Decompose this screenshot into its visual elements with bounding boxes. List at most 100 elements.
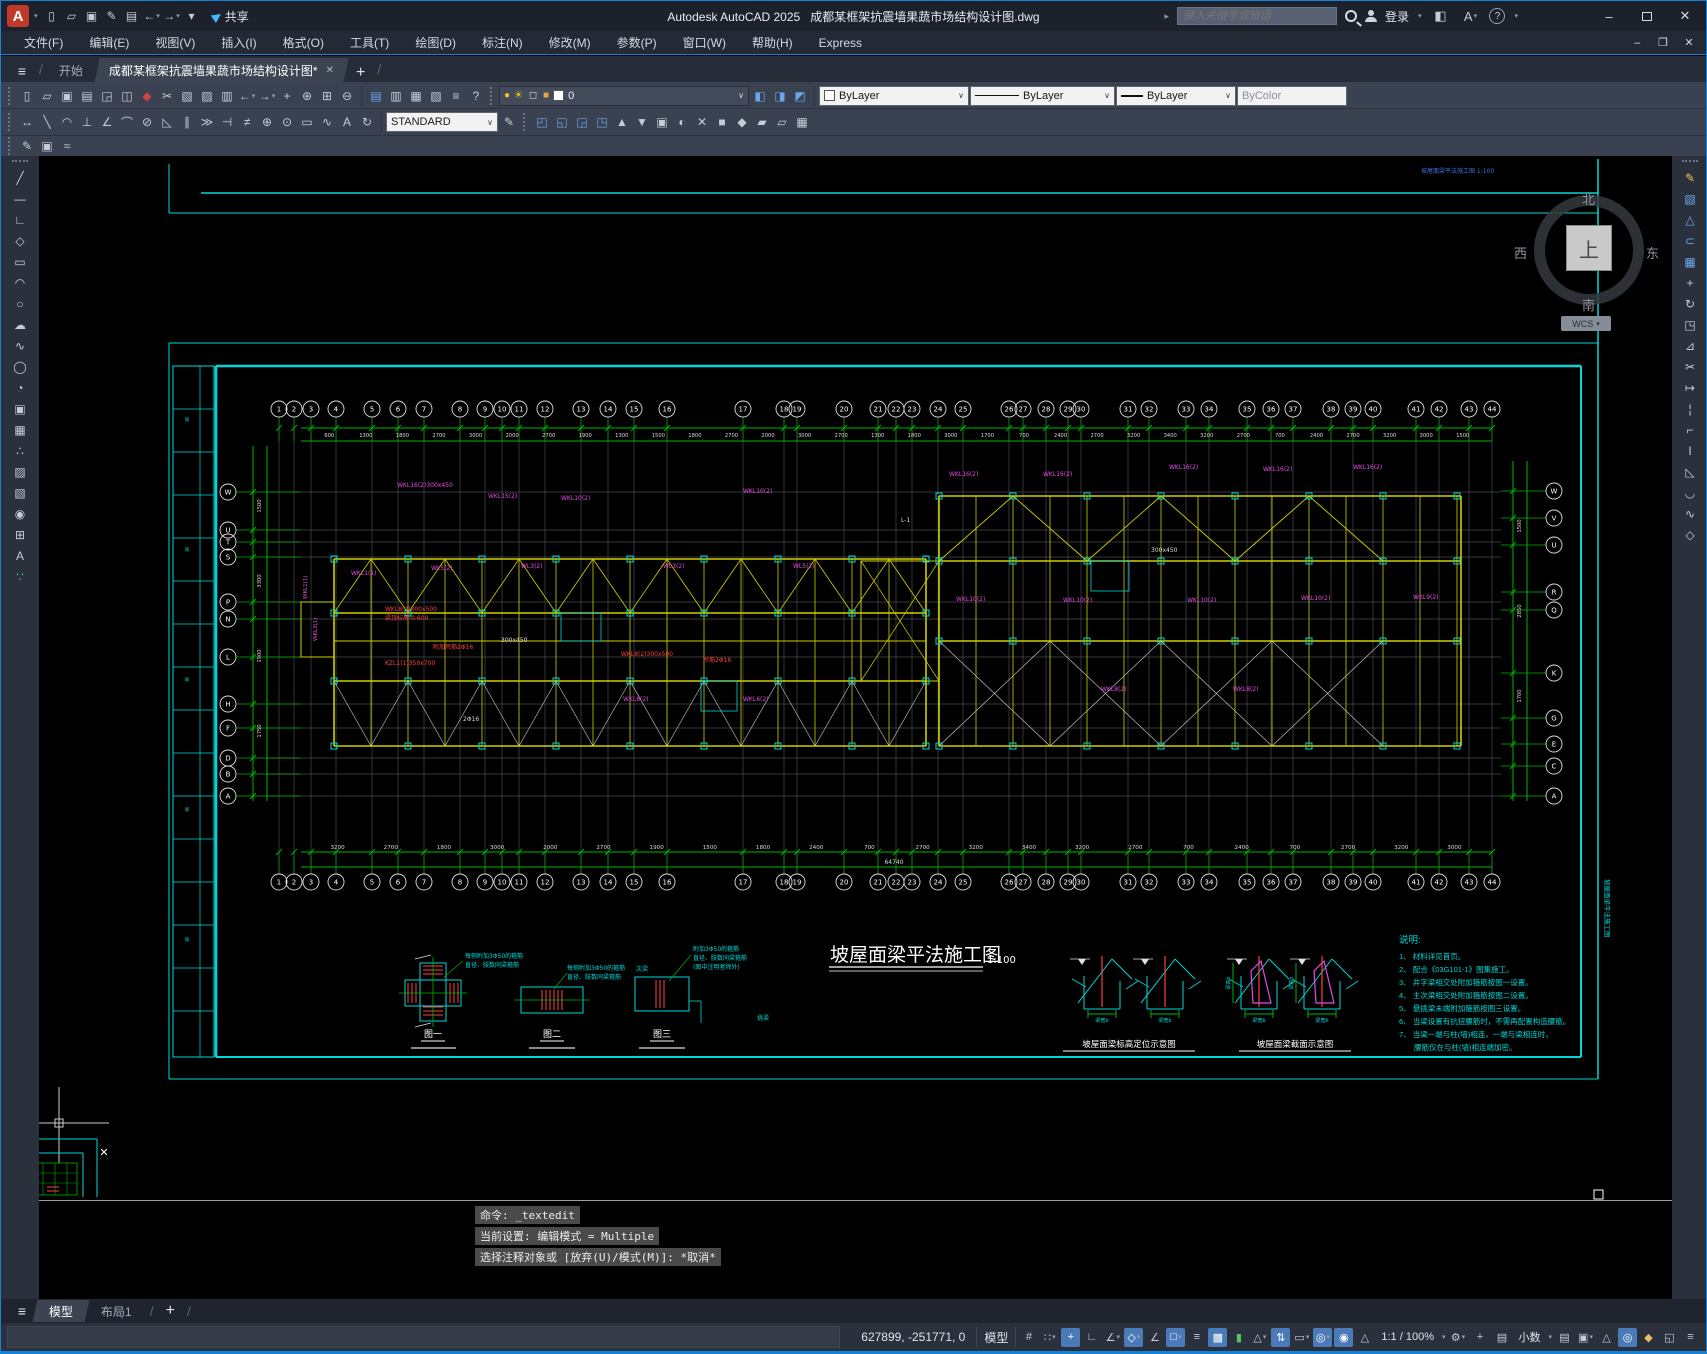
table-icon[interactable]: ⊞	[10, 525, 30, 544]
qat-customize-icon[interactable]: ▾	[182, 6, 202, 26]
model-space-button[interactable]: 模型	[976, 1327, 1017, 1347]
layer-match-icon[interactable]: ◩	[790, 86, 810, 106]
text-icon[interactable]: A	[10, 546, 30, 565]
maximize-button[interactable]	[1632, 4, 1662, 28]
copy-icon[interactable]: ▧	[1680, 189, 1700, 208]
hatch-icon[interactable]: ▨	[10, 462, 30, 481]
join-icon[interactable]: I	[1680, 441, 1700, 460]
dim-continue-icon[interactable]: ⊣	[217, 112, 237, 132]
polyline-icon[interactable]: ∟	[10, 210, 30, 229]
draworder-back-icon[interactable]: ◱	[552, 112, 572, 132]
rectangle-icon[interactable]: ▭	[10, 252, 30, 271]
center-mark-icon[interactable]: ⊙	[277, 112, 297, 132]
dynamic-input-toggle[interactable]: +	[1061, 1327, 1081, 1347]
annotation-scale-value[interactable]: 1:1 / 100%	[1377, 1331, 1438, 1343]
multiple-points-icon[interactable]: ∵	[10, 567, 30, 586]
array-icon[interactable]: ▦	[1680, 252, 1700, 271]
annotation-monitor-toggle[interactable]: △	[1597, 1328, 1616, 1347]
menu-item-0[interactable]: 文件(F)	[11, 31, 76, 54]
help-icon[interactable]: ?	[466, 86, 486, 106]
text-edit-icon[interactable]: ✎	[17, 136, 37, 156]
autocad-logo-icon[interactable]: A	[7, 5, 29, 27]
menu-item-1[interactable]: 编辑(E)	[76, 31, 142, 54]
dim-diameter-icon[interactable]: ⊘	[137, 112, 157, 132]
zoom-realtime-icon[interactable]: ⊕	[297, 86, 317, 106]
redo-icon[interactable]: → ▾	[162, 6, 182, 26]
layer-lock-icon[interactable]: ■	[543, 90, 549, 101]
doc-minimize-button[interactable]: –	[1624, 33, 1650, 53]
hatch-to-back-icon[interactable]: ▼	[632, 112, 652, 132]
ellipse-icon[interactable]: ◯	[10, 357, 30, 376]
insert-block-icon[interactable]: ▣	[10, 399, 30, 418]
autodesk-a-icon[interactable]: A ▾	[1459, 5, 1481, 27]
gizmo-toggle[interactable]: ◎ ▾	[1313, 1327, 1333, 1347]
logo-dropdown-icon[interactable]: ▾	[34, 12, 38, 20]
save-as-icon[interactable]: ✎	[102, 6, 122, 26]
linetype-combo[interactable]: ByLayer ∨	[970, 85, 1115, 106]
publish-icon[interactable]: ◫	[117, 86, 137, 106]
units-arrow-icon[interactable]: ▾	[1548, 1333, 1552, 1341]
menu-item-5[interactable]: 工具(T)	[337, 31, 402, 54]
polygon-icon[interactable]: ◇	[10, 231, 30, 250]
annotation-visibility-toggle[interactable]: ◉	[1334, 1327, 1354, 1347]
open-icon[interactable]: ▱	[37, 86, 57, 106]
layer-lock-icon[interactable]: ▧	[426, 86, 446, 106]
stretch-icon[interactable]: ⊿	[1680, 336, 1700, 355]
region-icon[interactable]: ◉	[10, 504, 30, 523]
chamfer-icon[interactable]: ◺	[1680, 462, 1700, 481]
plot-icon[interactable]: ▤	[122, 6, 142, 26]
tab-close-icon[interactable]: ✕	[326, 65, 334, 76]
ucs-world-icon[interactable]: ■	[712, 112, 732, 132]
tolerance-icon[interactable]: ⊕	[257, 112, 277, 132]
app-store-icon[interactable]: ◧	[1429, 5, 1451, 27]
dim-ordinate-icon[interactable]: ⊥	[77, 112, 97, 132]
file-tab-menu-icon[interactable]: ≡	[9, 60, 35, 82]
ortho-toggle[interactable]: ∟	[1082, 1328, 1101, 1347]
tab-layout1[interactable]: 布局1	[85, 1300, 148, 1322]
draworder-above-icon[interactable]: ◲	[572, 112, 592, 132]
polar-tracking-toggle[interactable]: ∠ ▾	[1103, 1328, 1122, 1347]
layer-previous-icon[interactable]: ◨	[770, 86, 790, 106]
open-icon[interactable]: ▱	[62, 6, 82, 26]
plot-icon[interactable]: ▤	[77, 86, 97, 106]
block-edit-icon[interactable]: ▣	[37, 136, 57, 156]
snap-toggle[interactable]: ∷ ▾	[1040, 1328, 1059, 1347]
menu-item-6[interactable]: 绘图(D)	[402, 31, 469, 54]
layer-make-current-icon[interactable]: ◧	[750, 86, 770, 106]
gradient-icon[interactable]: ▧	[10, 483, 30, 502]
dim-aligned-icon[interactable]: ╲	[37, 112, 57, 132]
search-expand-icon[interactable]: ▸	[1164, 11, 1169, 22]
3d-object-snap-toggle[interactable]: △ ▾	[1250, 1328, 1269, 1347]
zoom-window-icon[interactable]: ⊞	[317, 86, 337, 106]
text-to-front-icon[interactable]: ▲	[612, 112, 632, 132]
plot-preview-icon[interactable]: ◲	[97, 86, 117, 106]
render-icon[interactable]: ▦	[792, 112, 812, 132]
annotation-scale-arrow-icon[interactable]: ▾	[1442, 1333, 1446, 1341]
color-combo[interactable]: ByLayer ∨	[819, 85, 969, 106]
layer-properties-icon[interactable]: ▤	[366, 86, 386, 106]
blend-icon[interactable]: ∿	[1680, 504, 1700, 523]
menu-item-9[interactable]: 参数(P)	[604, 31, 670, 54]
close-button[interactable]: ✕	[1670, 4, 1700, 28]
sheet-set-manager-icon[interactable]: ▰	[752, 112, 772, 132]
quick-properties-toggle[interactable]: ▤	[1555, 1328, 1574, 1347]
point-icon[interactable]: ∴	[10, 441, 30, 460]
explode-icon[interactable]: ◇	[1680, 525, 1700, 544]
dim-baseline-icon[interactable]: ≫	[197, 112, 217, 132]
search-input[interactable]	[1176, 7, 1337, 25]
menu-item-12[interactable]: Express	[806, 31, 875, 54]
quick-dim-icon[interactable]: ∥	[177, 112, 197, 132]
quickcalc-icon[interactable]: ≡	[446, 86, 466, 106]
new-tab-button[interactable]: +	[348, 64, 373, 82]
dim-inspect-icon[interactable]: ▭	[297, 112, 317, 132]
dim-linear-icon[interactable]: ↔	[17, 112, 37, 132]
menu-item-8[interactable]: 修改(M)	[536, 31, 604, 54]
selection-filter-toggle[interactable]: ▭ ▾	[1292, 1328, 1311, 1347]
lineweight-combo[interactable]: ByLayer ∨	[1116, 85, 1236, 106]
tab-document[interactable]: 成都某框架抗震墙果蔬市场结构设计图* ✕	[94, 58, 349, 82]
graphics-performance-toggle[interactable]: ◎	[1618, 1327, 1637, 1347]
pan-icon[interactable]: +	[277, 86, 297, 106]
undo-icon[interactable]: ← ▾	[142, 6, 162, 26]
move-icon[interactable]: +	[1680, 273, 1700, 292]
ucs-icon[interactable]: ✕	[692, 112, 712, 132]
